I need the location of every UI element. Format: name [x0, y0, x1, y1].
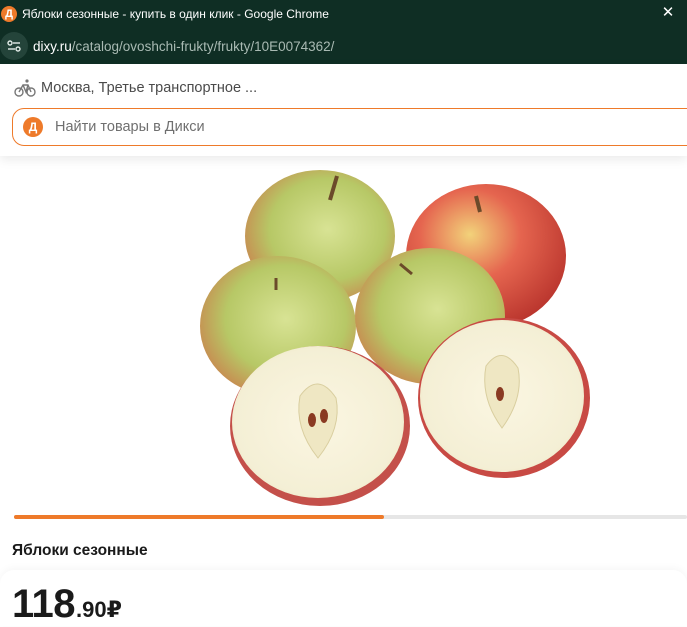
dixy-favicon-icon: Д — [1, 6, 17, 22]
browser-title-bar: Д Яблоки сезонные - купить в один клик -… — [0, 0, 687, 28]
address-bar[interactable]: dixy.ru/catalog/ovoshchi-frukty/frukty/1… — [0, 28, 687, 64]
url-text[interactable]: dixy.ru/catalog/ovoshchi-frukty/frukty/1… — [33, 39, 334, 54]
gallery-progress[interactable] — [14, 515, 687, 519]
search-input[interactable] — [53, 118, 557, 136]
location-label: Москва, Третье транспортное ... — [41, 80, 258, 96]
product-title: Яблоки сезонные — [12, 542, 148, 559]
window-title: Яблоки сезонные - купить в один клик - G… — [22, 7, 329, 21]
site-info-icon[interactable] — [0, 32, 28, 60]
dixy-logo-icon: Д — [23, 117, 43, 137]
site-header: Москва, Третье транспортное ... Д — [0, 64, 687, 156]
product-price: 118 .90 ₽ — [12, 582, 122, 627]
currency-symbol: ₽ — [106, 597, 122, 622]
bicycle-icon — [14, 79, 36, 97]
search-bar[interactable]: Д — [12, 108, 687, 146]
delivery-location[interactable]: Москва, Третье транспортное ... — [14, 78, 257, 98]
gallery-progress-fill — [14, 515, 385, 519]
url-host: dixy.ru — [33, 38, 72, 54]
price-panel: 118 .90 ₽ — [0, 570, 687, 626]
product-photo-apples[interactable] — [180, 166, 600, 512]
price-rubles: 118 — [12, 582, 76, 626]
price-kopecks: .90 — [76, 597, 107, 622]
close-window-button[interactable]: ✕ — [659, 4, 677, 22]
url-path: /catalog/ovoshchi-frukty/frukty/10E00743… — [71, 38, 335, 54]
